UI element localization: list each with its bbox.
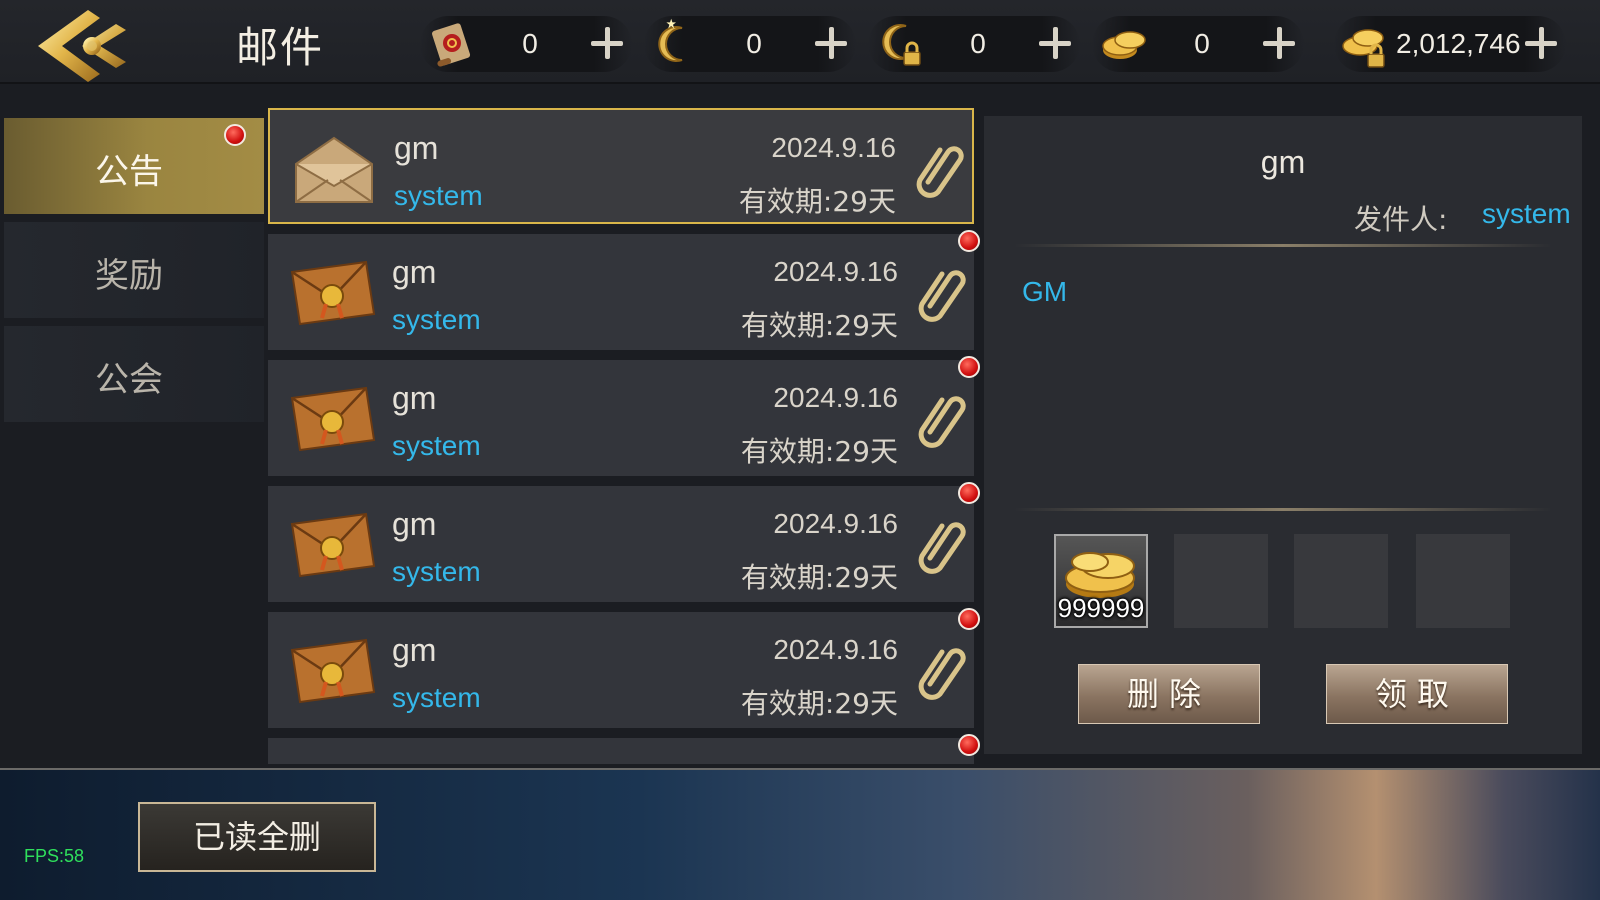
unread-dot	[958, 230, 980, 252]
mail-list[interactable]: gm system 2024.9.16 有效期:29天 gm system 20…	[268, 108, 980, 764]
currency-locked-crescent: 0	[868, 16, 1080, 72]
currency-crescent: 0	[644, 16, 856, 72]
mail-sender: system	[394, 180, 483, 211]
divider	[1014, 508, 1552, 511]
mail-title: gm	[392, 506, 437, 542]
tab-rewards[interactable]: 奖励	[4, 222, 264, 318]
mail-date: 2024.9.16	[773, 382, 898, 413]
currency-locked-gold: 2,012,746	[1334, 16, 1566, 72]
back-arrow-icon[interactable]	[30, 6, 140, 84]
currency-value: 0	[1194, 28, 1210, 59]
mail-sender: system	[392, 304, 481, 335]
paperclip-icon	[918, 648, 966, 700]
sender-label: 发件人:	[1354, 203, 1448, 236]
mail-date: 2024.9.16	[773, 256, 898, 287]
attachment-quantity: 999999	[1057, 593, 1145, 623]
unread-dot	[958, 734, 980, 756]
opened-envelope-icon	[295, 136, 373, 203]
tab-announcement[interactable]: 公告	[4, 118, 264, 214]
currency-value: 0	[970, 28, 986, 59]
sealed-envelope-icon	[290, 386, 376, 452]
attachment-slot-empty	[1174, 534, 1268, 628]
locked-crescent-coin-icon	[882, 24, 921, 66]
mail-expiry: 有效期:29天	[740, 687, 898, 720]
tab-label: 公告	[95, 152, 163, 192]
add-currency-button[interactable]	[1258, 22, 1300, 64]
mail-title: gm	[392, 254, 437, 290]
delete-all-read-button[interactable]: 已读全删	[138, 802, 376, 872]
sealed-envelope-icon	[290, 638, 376, 704]
mail-expiry: 有效期:29天	[740, 561, 898, 594]
unread-dot	[958, 482, 980, 504]
detail-sender: system	[1482, 198, 1571, 229]
paperclip-icon	[918, 270, 966, 322]
mail-expiry: 有效期:29天	[740, 435, 898, 468]
add-currency-button[interactable]	[810, 22, 852, 64]
mail-expiry: 有效期:29天	[740, 309, 898, 342]
bottom-bar: FPS:58 已读全删	[0, 768, 1600, 900]
crescent-coin-icon	[658, 18, 683, 62]
mail-title: gm	[392, 380, 437, 416]
mail-date: 2024.9.16	[771, 132, 896, 163]
currency-scroll: 0	[420, 16, 632, 72]
divider	[1014, 244, 1552, 247]
unread-dot	[958, 356, 980, 378]
mail-expiry: 有效期:29天	[738, 185, 896, 218]
mail-date: 2024.9.16	[773, 508, 898, 539]
paperclip-icon	[916, 146, 964, 198]
sealed-envelope-icon	[290, 260, 376, 326]
locked-gold-coins-icon	[1342, 29, 1385, 68]
unread-dot	[958, 608, 980, 630]
mail-item[interactable]: gm system 2024.9.16 有效期:29天	[268, 360, 974, 476]
mail-title: gm	[392, 632, 437, 668]
mail-item[interactable]: gm system 2024.9.16 有效期:29天	[268, 486, 974, 602]
detail-title: gm	[1260, 144, 1306, 180]
claim-button[interactable]: 领取	[1326, 664, 1508, 724]
delete-button[interactable]: 删除	[1078, 664, 1260, 724]
attachment-slot[interactable]: 999999	[1054, 534, 1148, 628]
currency-gold: 0	[1092, 16, 1304, 72]
mail-item[interactable]: gm system 2024.9.16 有效期:29天	[268, 234, 974, 350]
attachment-slot-empty	[1416, 534, 1510, 628]
page-title: 邮件	[236, 23, 325, 72]
add-currency-button[interactable]	[1520, 22, 1562, 64]
add-currency-button[interactable]	[1034, 22, 1076, 64]
mail-sender: system	[392, 430, 481, 461]
mail-detail-panel: gm 发件人: system GM 999999 删除 领取	[984, 116, 1582, 754]
fps-counter: FPS:58	[24, 846, 85, 866]
unread-dot	[224, 124, 246, 146]
mail-item-partial[interactable]	[268, 738, 974, 764]
paperclip-icon	[918, 396, 966, 448]
attachment-slot-empty	[1294, 534, 1388, 628]
mail-title: gm	[394, 130, 439, 166]
sealed-envelope-icon	[290, 512, 376, 578]
scroll-icon	[432, 23, 471, 67]
mail-item[interactable]: gm system 2024.9.16 有效期:29天	[268, 108, 974, 224]
top-bar: 邮件 0 0 0 0 2,012,746	[0, 0, 1600, 84]
paperclip-icon	[918, 522, 966, 574]
currency-value: 2,012,746	[1396, 28, 1521, 59]
gold-coins-icon	[1102, 31, 1146, 59]
tab-label: 奖励	[95, 256, 163, 296]
currency-value: 0	[746, 28, 762, 59]
mail-date: 2024.9.16	[773, 634, 898, 665]
currency-value: 0	[522, 28, 538, 59]
mail-item[interactable]: gm system 2024.9.16 有效期:29天	[268, 612, 974, 728]
mail-sender: system	[392, 682, 481, 713]
tab-guild[interactable]: 公会	[4, 326, 264, 422]
detail-body: GM	[1022, 276, 1068, 307]
add-currency-button[interactable]	[586, 22, 628, 64]
mail-sender: system	[392, 556, 481, 587]
tab-label: 公会	[95, 360, 163, 400]
